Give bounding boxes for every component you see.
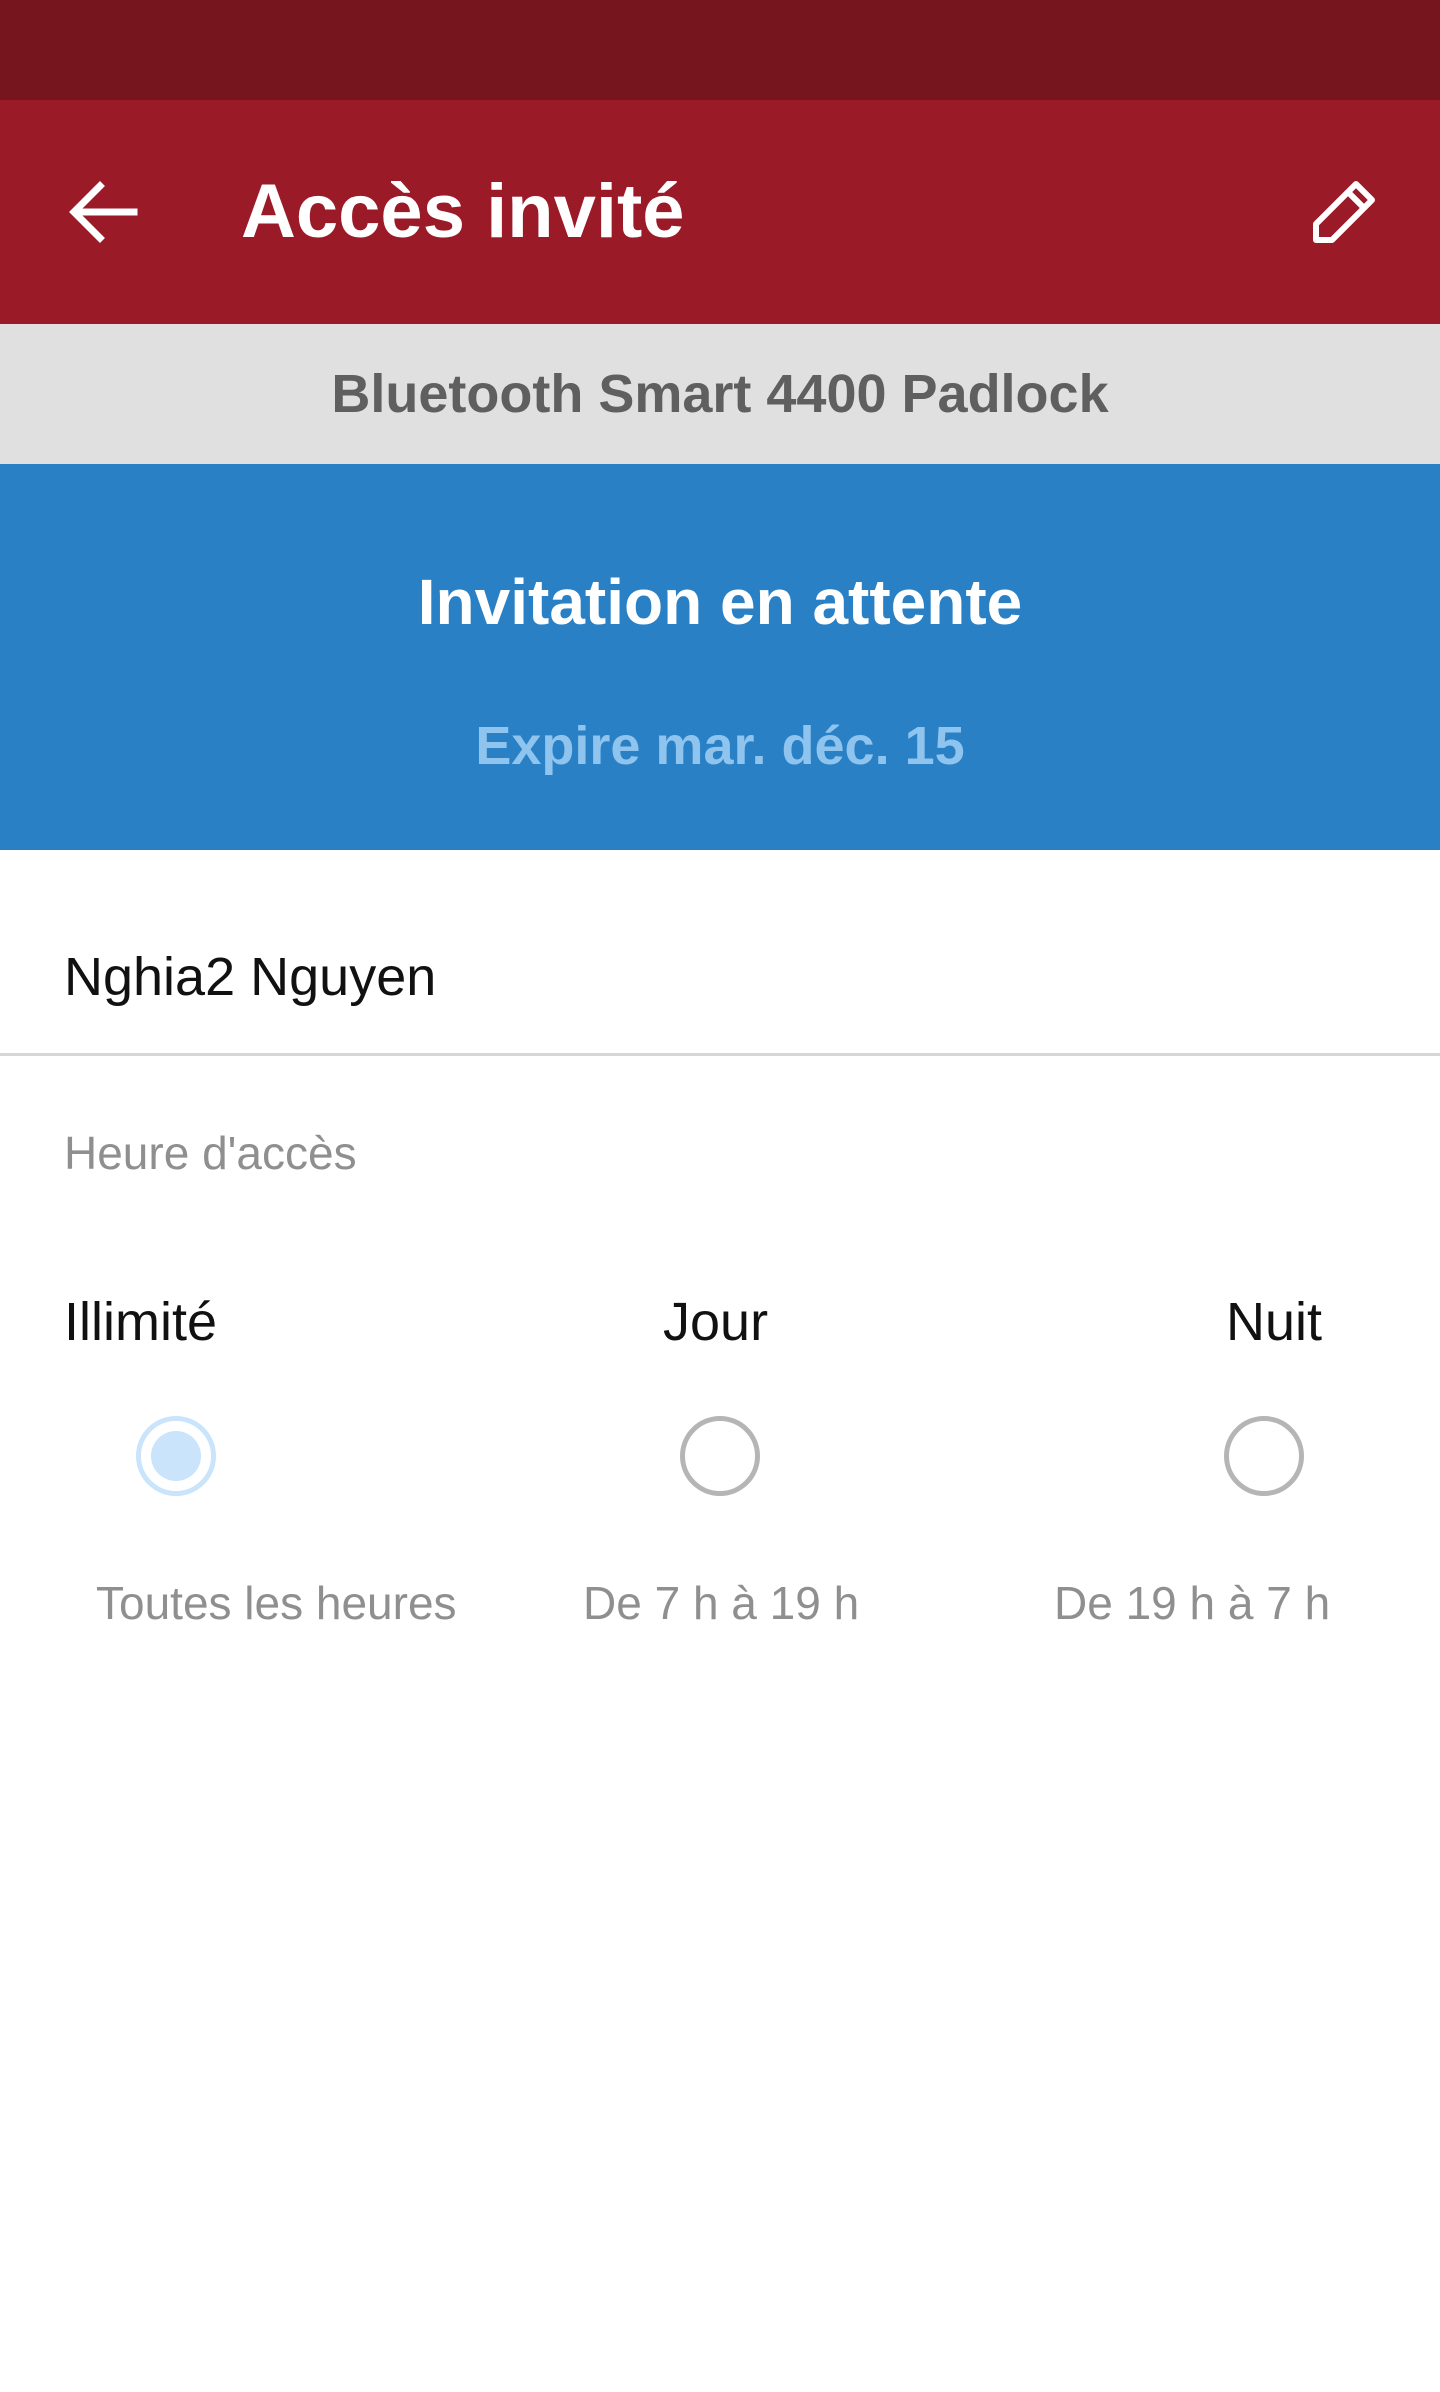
option-day-title: Jour: [663, 1292, 769, 1352]
app-bar: Accès invité: [0, 100, 1440, 324]
access-time-label: Heure d'accès: [64, 1127, 357, 1179]
edit-button[interactable]: [1288, 156, 1400, 268]
radio-day[interactable]: [680, 1416, 760, 1496]
device-bar: Bluetooth Smart 4400 Padlock: [0, 324, 1440, 464]
guest-name: Nghia2 Nguyen: [64, 947, 437, 1007]
invitation-expiry: Expire mar. déc. 15: [475, 716, 965, 776]
radio-selected-dot: [151, 1431, 201, 1481]
page-title: Accès invité: [241, 169, 685, 254]
option-night-title: Nuit: [1226, 1292, 1323, 1352]
device-name: Bluetooth Smart 4400 Padlock: [331, 364, 1109, 424]
option-unlimited-title: Illimité: [64, 1292, 218, 1352]
status-bar: [0, 0, 1440, 100]
invitation-status-title: Invitation en attente: [417, 566, 1023, 638]
pencil-icon: [1313, 181, 1375, 243]
option-night-description: De 19 h à 7 h: [1054, 1577, 1331, 1629]
arrow-left-icon: [69, 181, 138, 243]
guest-row: Nghia2 Nguyen: [0, 850, 1440, 1056]
invitation-status-banner: Invitation en attente Expire mar. déc. 1…: [0, 464, 1440, 850]
radio-unlimited[interactable]: [136, 1416, 216, 1496]
option-day-description: De 7 h à 19 h: [583, 1577, 860, 1629]
back-button[interactable]: [48, 156, 160, 268]
radio-night[interactable]: [1224, 1416, 1304, 1496]
option-unlimited-description: Toutes les heures: [96, 1577, 457, 1629]
